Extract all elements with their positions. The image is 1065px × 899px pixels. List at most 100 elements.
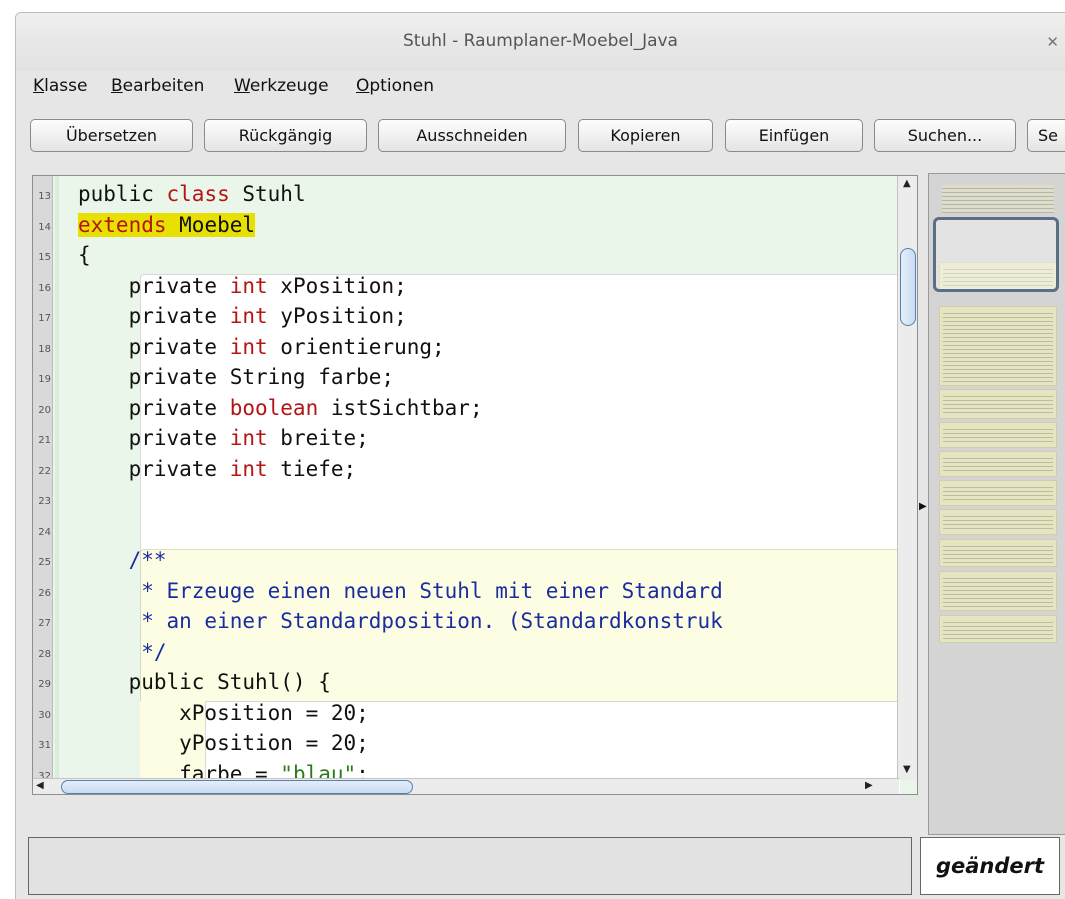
undo-button[interactable]: Rückgängig bbox=[204, 119, 367, 152]
line-number: 18 bbox=[38, 343, 51, 355]
nav-block bbox=[939, 571, 1057, 611]
line-number: 29 bbox=[38, 679, 51, 690]
code-token: private bbox=[78, 334, 230, 359]
nav-block bbox=[939, 539, 1057, 567]
title-bar[interactable]: Stuhl - Raumplaner-Moebel_Java ✕ bbox=[16, 13, 1065, 71]
copy-button[interactable]: Kopieren bbox=[578, 119, 713, 152]
code-token: xPosition; bbox=[267, 273, 407, 298]
code-token: class bbox=[166, 182, 230, 206]
code-token: orientierung; bbox=[267, 334, 445, 359]
line-number: 16 bbox=[38, 282, 51, 294]
code-line[interactable]: extends Moebel bbox=[78, 210, 256, 240]
line-number: 21 bbox=[38, 435, 51, 446]
scroll-up-icon[interactable]: ▲ bbox=[903, 178, 911, 189]
close-icon[interactable]: ✕ bbox=[1046, 33, 1059, 51]
code-line[interactable]: */ bbox=[78, 637, 167, 667]
code-line[interactable]: { bbox=[78, 240, 91, 270]
window-title: Stuhl - Raumplaner-Moebel_Java bbox=[403, 31, 678, 51]
code-token: Stuhl bbox=[229, 182, 306, 206]
code-token: private bbox=[78, 304, 230, 328]
code-line[interactable]: private int tiefe; bbox=[78, 454, 357, 484]
line-number: 17 bbox=[38, 313, 51, 324]
compile-button[interactable]: Übersetzen bbox=[30, 119, 193, 152]
code-token: istSichtbar; bbox=[318, 395, 483, 420]
line-number: 22 bbox=[38, 465, 51, 477]
nav-block bbox=[939, 389, 1057, 419]
navview-toggle-icon[interactable]: ▶ bbox=[919, 501, 927, 512]
code-token: yPosition; bbox=[267, 304, 407, 328]
find-next-button[interactable]: Se bbox=[1027, 119, 1065, 152]
scroll-right-icon[interactable]: ▶ bbox=[865, 780, 873, 791]
menu-werkzeuge[interactable]: Werkzeuge bbox=[234, 76, 329, 96]
modified-status-label: geändert bbox=[920, 837, 1060, 895]
nav-block bbox=[939, 480, 1057, 506]
line-number-gutter: 13 14 15 16 17 18 19 20 21 22 23 24 25 26 27 28 29 30 31 32 bbox=[33, 176, 53, 794]
code-line[interactable]: private int xPosition; bbox=[78, 271, 407, 301]
code-line[interactable]: private boolean istSichtbar; bbox=[78, 393, 483, 423]
code-token: * an einer Standardposition. (Standardko… bbox=[78, 609, 723, 633]
navview-viewport[interactable] bbox=[933, 217, 1059, 292]
code-token: int bbox=[229, 334, 268, 359]
nav-block bbox=[939, 306, 1057, 386]
code-token: boolean bbox=[229, 395, 319, 420]
code-token: int bbox=[229, 273, 268, 298]
code-token: extends bbox=[78, 212, 167, 237]
toolbar: Übersetzen Rückgängig Ausschneiden Kopie… bbox=[16, 113, 1065, 153]
code-line[interactable]: yPosition = 20; bbox=[78, 728, 369, 758]
line-number: 26 bbox=[38, 587, 51, 599]
code-token: int bbox=[229, 304, 268, 328]
code-line[interactable]: /** bbox=[78, 545, 167, 575]
line-number: 28 bbox=[38, 648, 51, 660]
line-number: 24 bbox=[38, 526, 51, 538]
code-token: int bbox=[229, 456, 268, 481]
navigation-overview[interactable] bbox=[928, 173, 1065, 835]
line-number: 19 bbox=[38, 374, 51, 385]
cut-button[interactable]: Ausschneiden bbox=[378, 119, 566, 152]
nav-block bbox=[939, 182, 1057, 216]
line-number: 15 bbox=[38, 252, 51, 263]
code-line[interactable]: * Erzeuge einen neuen Stuhl mit einer St… bbox=[78, 576, 723, 606]
code-line[interactable]: * an einer Standardposition. (Standardko… bbox=[78, 606, 723, 636]
horizontal-scroll-thumb[interactable] bbox=[61, 780, 413, 794]
find-button[interactable]: Suchen... bbox=[874, 119, 1016, 152]
code-token: public Stuhl() { bbox=[78, 670, 331, 694]
code-token: int bbox=[229, 426, 268, 450]
line-number: 31 bbox=[38, 740, 51, 751]
code-token: Moebel bbox=[166, 212, 256, 237]
code-token: breite; bbox=[267, 426, 369, 450]
code-token: private bbox=[78, 426, 230, 450]
code-token: */ bbox=[78, 639, 167, 664]
code-line[interactable]: private String farbe; bbox=[78, 362, 395, 392]
vertical-scroll-thumb[interactable] bbox=[900, 248, 916, 326]
code-line[interactable]: xPosition = 20; bbox=[78, 698, 369, 728]
code-token: private bbox=[78, 395, 230, 420]
scroll-down-icon[interactable]: ▼ bbox=[903, 764, 911, 775]
code-line[interactable]: private int orientierung; bbox=[78, 332, 445, 362]
code-token: public bbox=[78, 182, 167, 206]
line-number: 25 bbox=[38, 557, 51, 568]
code-line[interactable]: private int breite; bbox=[78, 423, 369, 453]
menu-optionen[interactable]: Optionen bbox=[356, 76, 434, 96]
nav-block bbox=[939, 509, 1057, 535]
code-line[interactable]: private int yPosition; bbox=[78, 301, 407, 331]
code-line[interactable]: public class Stuhl bbox=[78, 179, 306, 209]
code-line[interactable]: public Stuhl() { bbox=[78, 667, 331, 697]
line-number: 13 bbox=[38, 191, 51, 202]
paste-button[interactable]: Einfügen bbox=[725, 119, 863, 152]
vertical-scrollbar[interactable]: ▲ ▼ bbox=[897, 176, 917, 780]
code-token: private String farbe; bbox=[78, 365, 395, 389]
nav-block bbox=[939, 451, 1057, 477]
line-number: 20 bbox=[38, 404, 51, 416]
code-token: tiefe; bbox=[267, 456, 357, 481]
menu-bar: Klasse Bearbeiten Werkzeuge Optionen bbox=[16, 71, 1065, 103]
menu-bearbeiten[interactable]: Bearbeiten bbox=[111, 76, 204, 96]
nav-block bbox=[939, 615, 1057, 643]
scroll-left-icon[interactable]: ◀ bbox=[36, 780, 44, 791]
code-editor[interactable]: 13 14 15 16 17 18 19 20 21 22 23 24 25 26 27 28 29 30 31 32… bbox=[32, 175, 918, 795]
horizontal-scrollbar[interactable]: ◀ ▶ bbox=[33, 778, 899, 794]
line-number: 14 bbox=[38, 221, 51, 233]
code-token: * Erzeuge einen neuen Stuhl mit einer St… bbox=[78, 578, 723, 603]
code-token: /** bbox=[78, 548, 167, 572]
scope-bar bbox=[55, 176, 59, 794]
menu-klasse[interactable]: Klasse bbox=[33, 76, 87, 96]
